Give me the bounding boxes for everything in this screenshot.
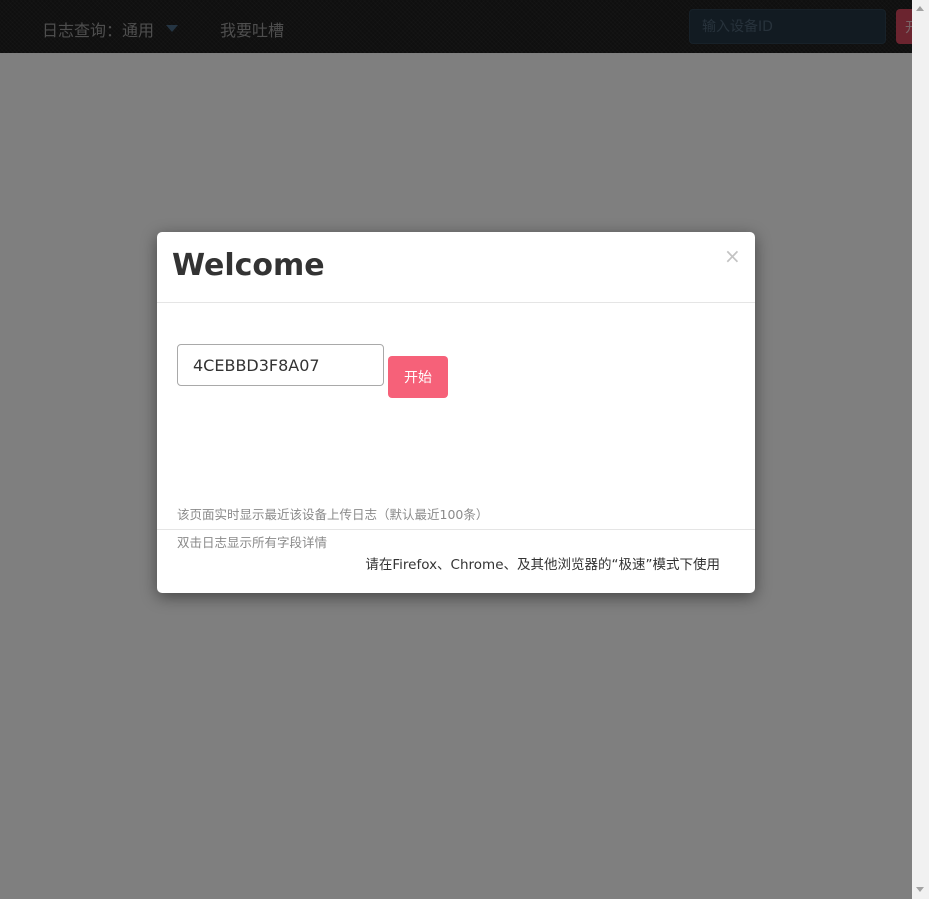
device-id-input[interactable] — [177, 344, 384, 386]
hint-text-recent-logs: 该页面实时显示最近该设备上传日志（默认最近100条） — [177, 507, 489, 522]
start-button[interactable]: 开始 — [388, 356, 448, 398]
page: 日志查询：通用 我要吐槽 开 Welcome × 开始 该页面实时显示最近该设备… — [0, 0, 929, 899]
scroll-up-arrow-icon[interactable] — [916, 6, 924, 11]
welcome-dialog: Welcome × 开始 该页面实时显示最近该设备上传日志（默认最近100条） … — [157, 232, 755, 593]
close-icon[interactable]: × — [724, 246, 741, 266]
dialog-title: Welcome — [172, 248, 325, 283]
header-divider — [157, 302, 755, 303]
browser-compat-note: 请在Firefox、Chrome、及其他浏览器的“极速”模式下使用 — [365, 557, 720, 573]
footer-divider — [157, 529, 755, 530]
hint-text-double-click: 双击日志显示所有字段详情 — [177, 535, 328, 550]
scroll-down-arrow-icon[interactable] — [916, 887, 924, 892]
vertical-scrollbar[interactable] — [912, 0, 929, 899]
